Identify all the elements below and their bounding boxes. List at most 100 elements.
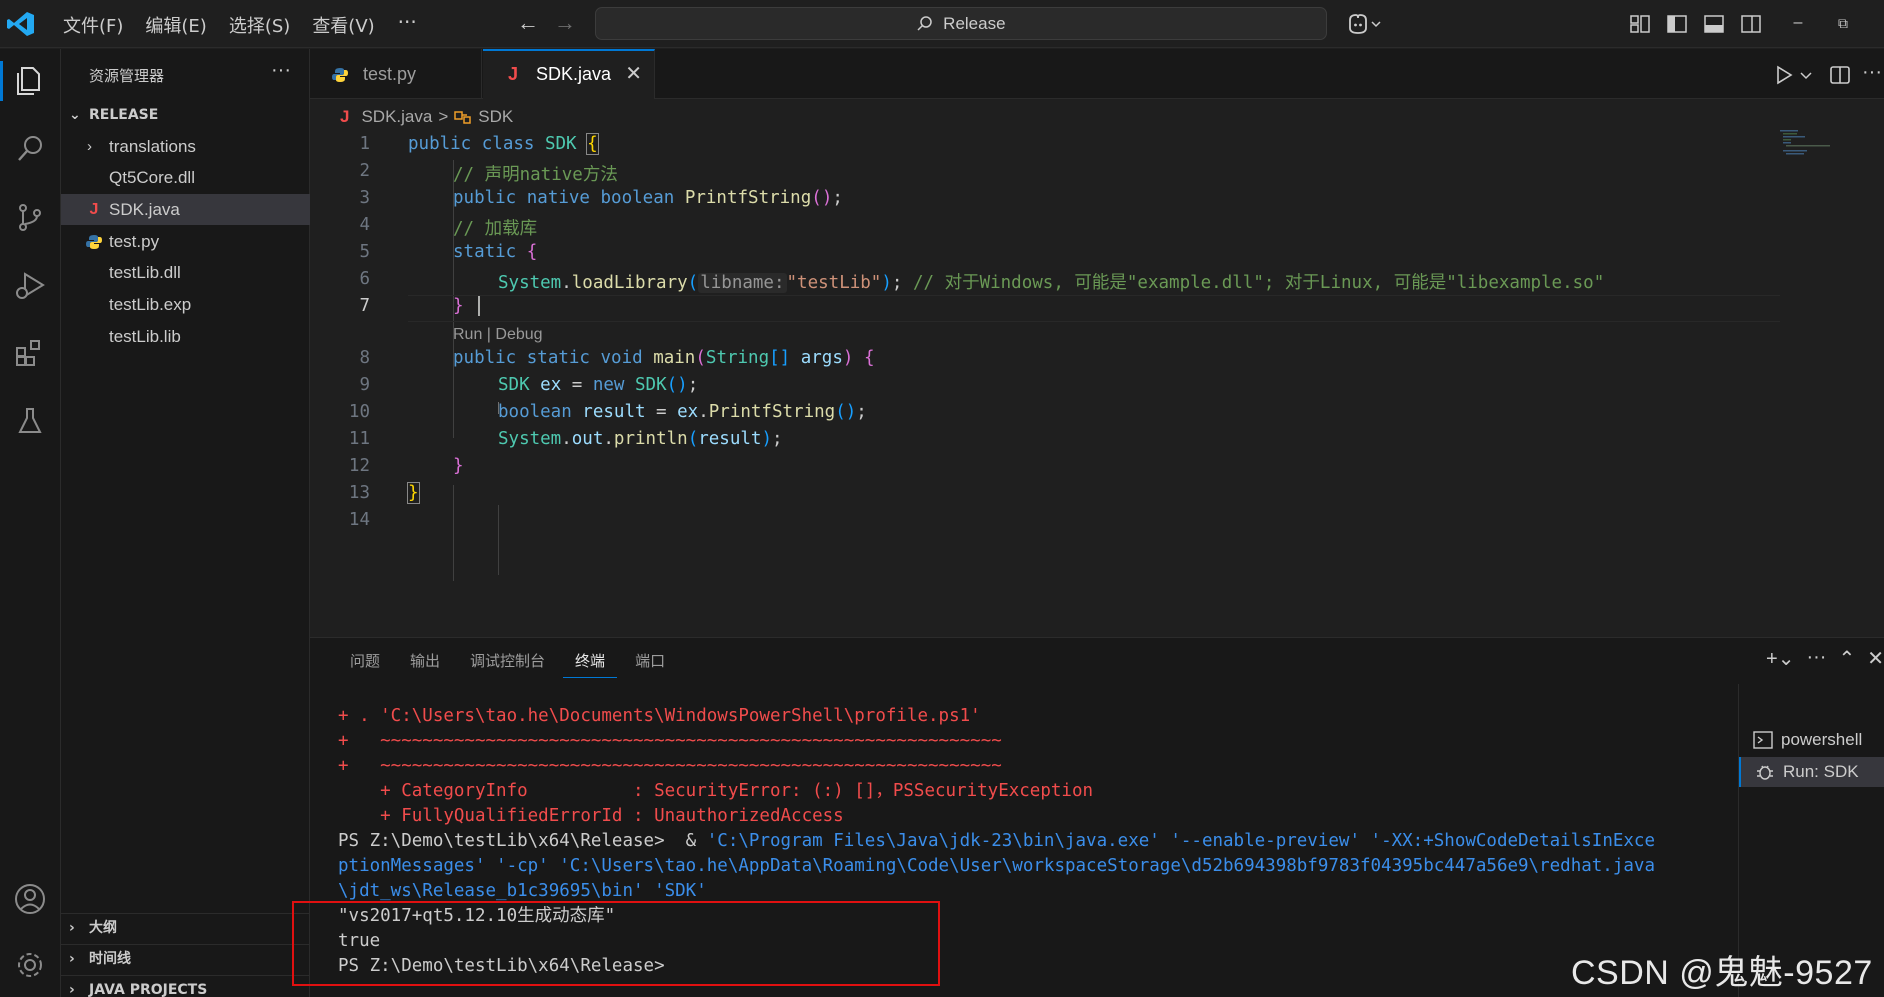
maximize-panel-icon[interactable]: ⌃ xyxy=(1838,646,1855,671)
section-outline[interactable]: › 大纲 xyxy=(61,913,310,941)
section-java-projects[interactable]: › JAVA PROJECTS xyxy=(61,975,310,997)
run-and-debug-icon[interactable] xyxy=(10,265,50,305)
menu-selection[interactable]: 选择(S) xyxy=(218,10,301,40)
tree-item-testlib-dll[interactable]: testLib.dll xyxy=(61,257,310,288)
new-terminal-icon[interactable]: +⌄ xyxy=(1766,646,1794,671)
breadcrumb-symbol[interactable]: SDK xyxy=(478,107,513,127)
command-center-search[interactable]: Release xyxy=(595,7,1327,40)
copilot-icon[interactable] xyxy=(1346,12,1386,36)
menu-edit[interactable]: 编辑(E) xyxy=(134,10,217,40)
menu-more-icon[interactable]: ··· xyxy=(386,10,429,40)
terminal-line: + . 'C:\Users\tao.he\Documents\WindowsPo… xyxy=(338,706,981,726)
terminal-line: PS Z:\Demo\testLib\x64\Release> & 'C:\Pr… xyxy=(338,831,1655,851)
line-number: 4 xyxy=(359,215,370,235)
section-timeline[interactable]: › 时间线 xyxy=(61,944,310,972)
editor-more-icon[interactable]: ··· xyxy=(1862,62,1884,87)
panel-more-icon[interactable]: ··· xyxy=(1806,646,1826,671)
indent-guide xyxy=(453,485,454,581)
line-number: 7 xyxy=(359,296,370,316)
tree-item-label: translations xyxy=(109,137,196,156)
chevron-down-icon[interactable] xyxy=(1798,63,1814,87)
watermark: CSDN @鬼魅-9527 xyxy=(1571,954,1873,992)
tab-test-py[interactable]: test.py xyxy=(310,49,482,99)
panel-actions: +⌄ ··· ⌃ ✕ xyxy=(1766,646,1884,671)
tree-item-testlib-exp[interactable]: testLib.exp xyxy=(61,289,310,320)
restore-button[interactable]: ⧉ xyxy=(1831,12,1855,36)
toggle-secondary-sidebar-icon[interactable] xyxy=(1739,12,1763,36)
text-cursor xyxy=(477,296,480,316)
split-editor-icon[interactable] xyxy=(1828,63,1852,87)
java-icon: J xyxy=(340,107,350,126)
code-line: static { xyxy=(453,242,538,262)
panel-tab-bar: 问题 输出 调试控制台 终端 端口 xyxy=(338,650,683,678)
breadcrumb-file[interactable]: SDK.java xyxy=(361,107,432,127)
manage-gear-icon[interactable] xyxy=(10,945,50,985)
chevron-right-icon: › xyxy=(69,982,75,997)
chevron-right-icon: › xyxy=(69,951,75,967)
line-number: 3 xyxy=(359,188,370,208)
tree-item-label: testLib.exp xyxy=(109,295,192,314)
close-panel-icon[interactable]: ✕ xyxy=(1867,646,1884,671)
explorer-sidebar: 资源管理器 ··· ⌄ RELEASE › translations Qt5Co… xyxy=(61,49,310,997)
terminal-icon xyxy=(1753,731,1773,749)
tab-terminal[interactable]: 终端 xyxy=(563,650,618,678)
tab-output[interactable]: 输出 xyxy=(398,650,452,678)
tree-item-label: test.py xyxy=(109,232,160,251)
search-icon xyxy=(917,16,933,31)
code-line: public class SDK { xyxy=(408,133,599,155)
account-icon[interactable] xyxy=(10,879,50,919)
toggle-primary-sidebar-icon[interactable] xyxy=(1665,12,1689,36)
tab-debug-console[interactable]: 调试控制台 xyxy=(458,650,557,678)
code-editor[interactable]: 1 2 3 4 5 6 7 8 9 10 11 12 13 14 public … xyxy=(310,130,1780,630)
sidebar-more-icon[interactable]: ··· xyxy=(271,59,291,82)
tree-item-test-py[interactable]: test.py xyxy=(61,226,310,257)
line-number: 9 xyxy=(359,375,370,395)
annotation-highlight-box xyxy=(292,901,940,986)
debug-bug-icon xyxy=(1757,765,1773,780)
chevron-right-icon: › xyxy=(87,138,92,155)
nav-back-icon[interactable]: ← xyxy=(516,12,540,36)
tree-item-sdk-java[interactable]: J SDK.java xyxy=(61,194,310,225)
terminal-item-powershell[interactable]: powershell xyxy=(1739,725,1884,755)
line-number: 2 xyxy=(359,161,370,181)
explorer-icon[interactable] xyxy=(0,61,50,101)
line-number: 14 xyxy=(348,510,370,530)
close-icon[interactable]: ✕ xyxy=(625,51,642,97)
tab-sdk-java[interactable]: J SDK.java ✕ xyxy=(483,49,655,99)
run-java-icon[interactable] xyxy=(1772,63,1796,87)
code-line: } xyxy=(408,296,480,316)
class-symbol-icon xyxy=(454,111,472,124)
code-line: SDK ex = new SDK(); xyxy=(498,375,699,395)
nav-forward-icon[interactable]: → xyxy=(553,12,577,36)
tree-item-qt5core[interactable]: Qt5Core.dll xyxy=(61,162,310,193)
testing-icon[interactable] xyxy=(10,401,50,441)
line-number: 6 xyxy=(359,269,370,289)
tab-problems[interactable]: 问题 xyxy=(338,650,392,678)
tree-item-translations[interactable]: › translations xyxy=(61,131,310,162)
search-view-icon[interactable] xyxy=(10,129,50,169)
tree-item-testlib-lib[interactable]: testLib.lib xyxy=(61,321,310,352)
minimap[interactable] xyxy=(1780,130,1830,160)
tab-label: test.py xyxy=(363,64,417,84)
java-icon: J xyxy=(89,201,99,218)
menu-view[interactable]: 查看(V) xyxy=(301,10,385,40)
minimize-button[interactable]: – xyxy=(1786,12,1810,36)
python-icon xyxy=(85,226,103,257)
codelens-run-debug[interactable]: Run | Debug xyxy=(453,326,543,344)
toggle-panel-icon[interactable] xyxy=(1702,12,1726,36)
breadcrumb-separator: > xyxy=(438,107,449,126)
current-line-highlight xyxy=(408,295,1780,322)
tab-ports[interactable]: 端口 xyxy=(623,650,677,678)
source-control-icon[interactable] xyxy=(10,197,50,237)
code-line: public static void main(String[] args) { xyxy=(453,348,875,368)
code-line: // 加载库 xyxy=(453,219,538,239)
folder-root-release[interactable]: ⌄ RELEASE xyxy=(61,101,310,129)
extensions-icon[interactable] xyxy=(10,333,50,373)
terminal-item-run-sdk[interactable]: Run: SDK xyxy=(1739,757,1884,787)
code-line: boolean result = ex.PrintfString(); xyxy=(498,402,867,422)
code-line: System.out.println(result); xyxy=(498,429,783,449)
customize-layout-icon[interactable] xyxy=(1628,12,1652,36)
chevron-down-icon: ⌄ xyxy=(69,107,81,123)
line-number: 5 xyxy=(359,242,370,262)
menu-file[interactable]: 文件(F) xyxy=(52,10,134,40)
